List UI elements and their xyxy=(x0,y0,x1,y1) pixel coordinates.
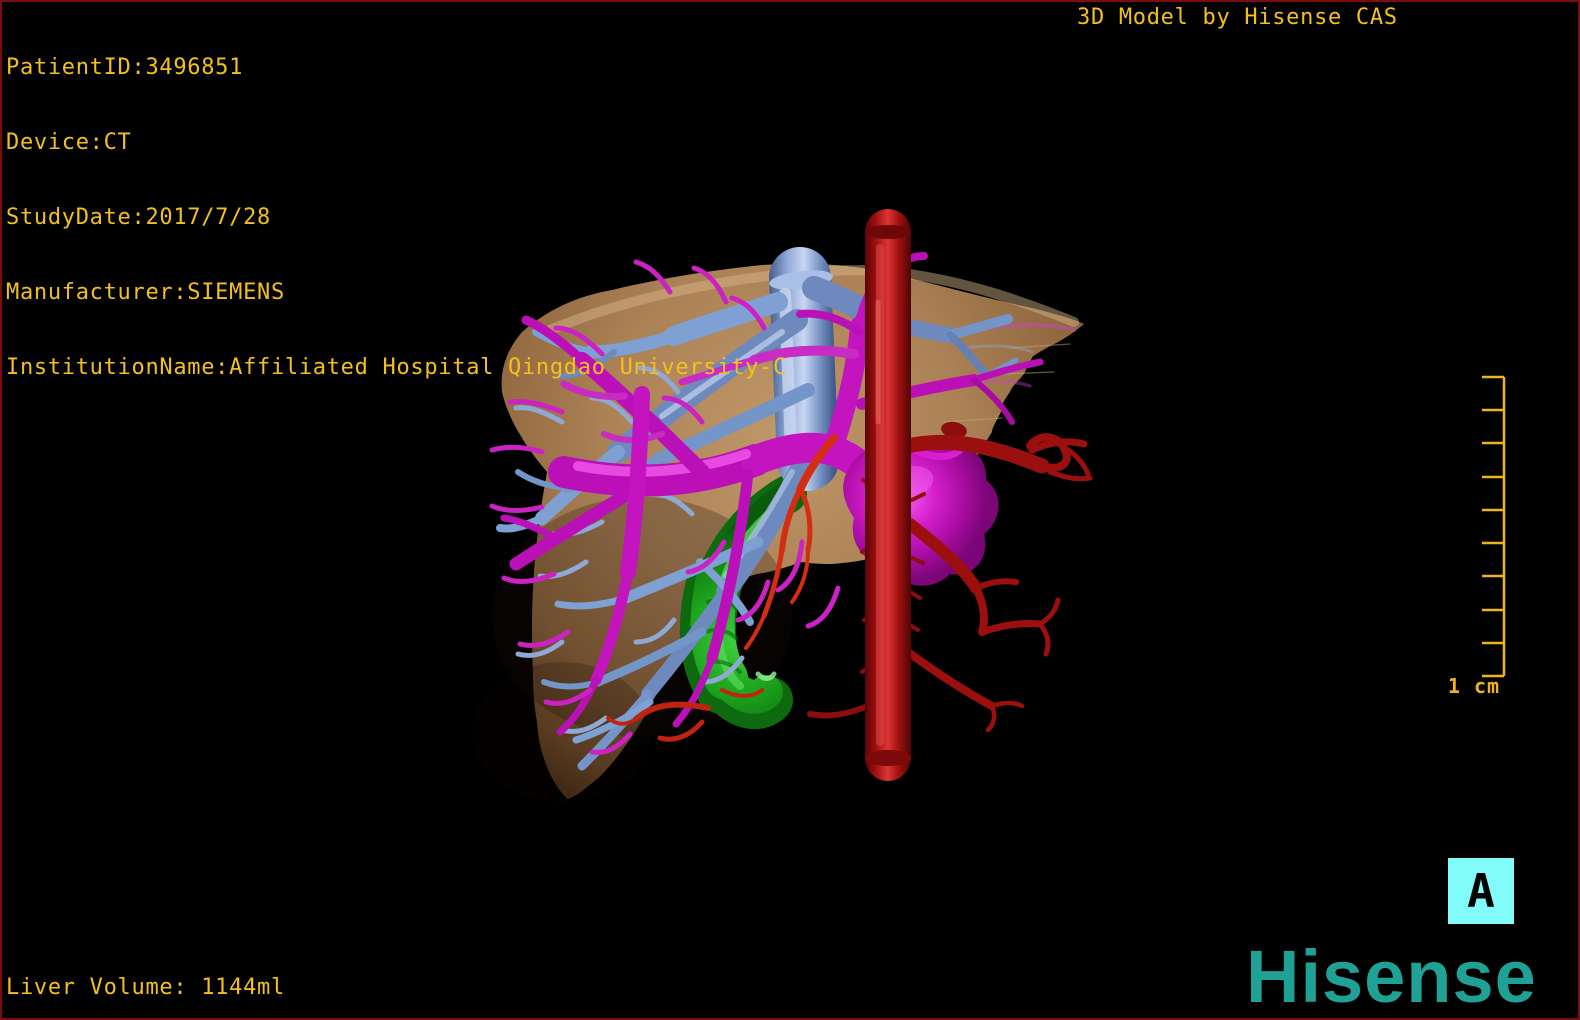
hisense-logo: Hisense xyxy=(1246,935,1537,1018)
scale-ruler xyxy=(1482,375,1506,678)
study-date-line: StudyDate:2017/7/28 xyxy=(6,205,271,230)
liver-volume-readout: Liver Volume: 1144ml xyxy=(6,975,285,1000)
watermark-title: 3D Model by Hisense CAS xyxy=(1077,5,1398,30)
patient-id-line: PatientID:3496851 xyxy=(6,55,244,80)
orientation-marker-button[interactable]: A xyxy=(1448,858,1514,924)
patient-info: PatientID:3496851 Device:CT StudyDate:20… xyxy=(6,5,787,430)
institution-line: InstitutionName:Affiliated Hospital Qing… xyxy=(6,355,787,380)
device-line: Device:CT xyxy=(6,130,132,155)
viewer-window: PatientID:3496851 Device:CT StudyDate:20… xyxy=(0,0,1580,1020)
scale-ruler-label: 1 cm xyxy=(1447,674,1501,698)
manufacturer-line: Manufacturer:SIEMENS xyxy=(6,280,285,305)
